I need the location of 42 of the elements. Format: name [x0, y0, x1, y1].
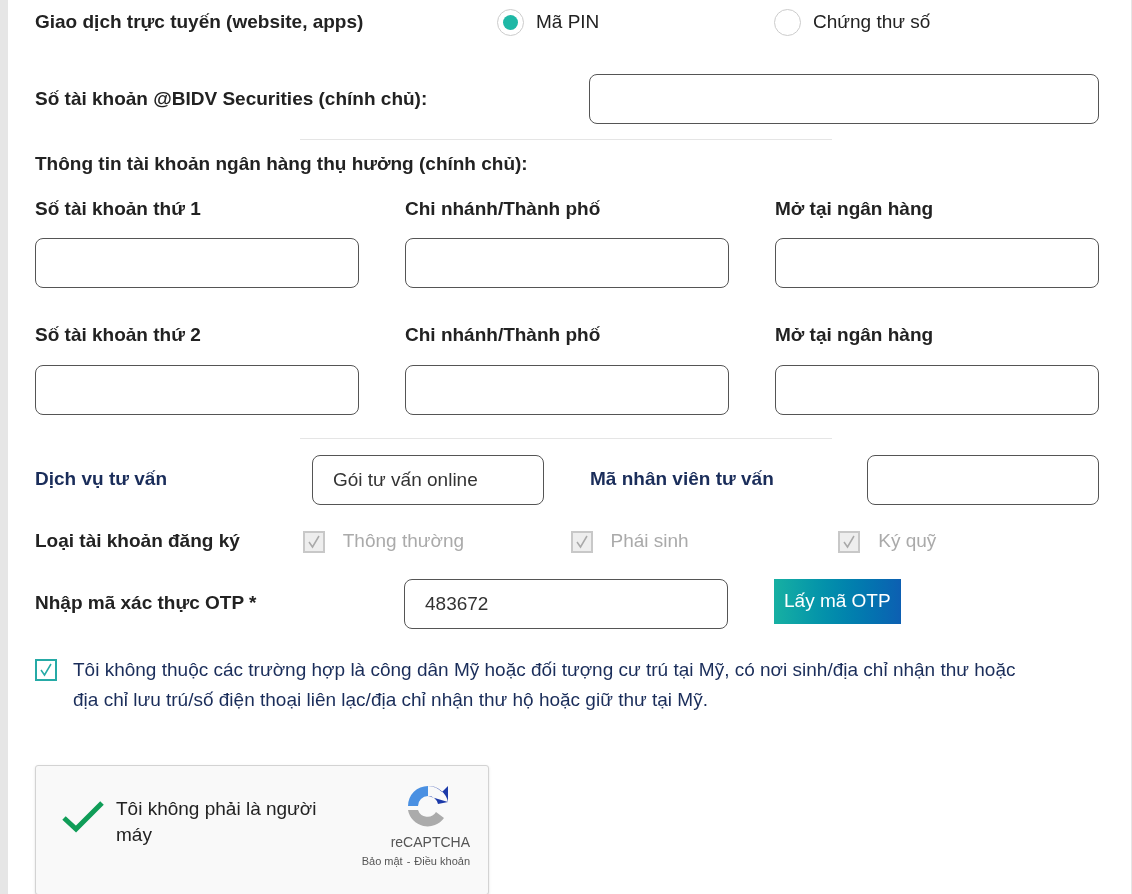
radio-button[interactable] [497, 8, 524, 36]
checkbox-label: Ký quỹ [878, 529, 937, 554]
recaptcha-label: Tôi không phải là người máy [116, 796, 318, 847]
recaptcha-brand: reCAPTCHA [390, 832, 470, 852]
terms-link[interactable]: Điều khoản [414, 852, 470, 869]
consent-text: Tôi không thuộc các trường hợp là công dân Mỹ hoặc đối tượng cư trú tại Mỹ, có nơi sinh/địa chỉ nhận thư hoặc địa chỉ lưu trú/số điện thoại liên lạc/địa chỉ nhận thư hộ hoặc giữ thư tại Mỹ. [73, 657, 1017, 712]
radio-label: Chứng thư số [813, 9, 931, 34]
radio-label: Mã PIN [536, 9, 600, 34]
checkmark-icon [842, 534, 857, 549]
field-label: Dịch vụ tư vấn [35, 467, 168, 492]
field-label: Số tài khoản thứ 2 [35, 323, 202, 347]
privacy-link[interactable]: Bảo mật [361, 852, 403, 869]
field-label: Số tài khoản @BIDV Securities (chính chủ): [35, 86, 429, 111]
input-field[interactable] [405, 238, 729, 288]
input-field[interactable] [775, 238, 1099, 288]
checkbox-label: Phái sinh [610, 529, 689, 554]
field-label: Loại tài khoản đăng ký [35, 529, 241, 554]
otp-field[interactable]: 483672 [404, 578, 728, 629]
checkbox-label: Thông thường [342, 529, 465, 554]
field-label: Mở tại ngân hàng [775, 323, 935, 347]
input-field[interactable] [405, 364, 729, 415]
input-field[interactable] [589, 74, 1099, 124]
get-otp-button[interactable]: Lấy mã OTP [774, 578, 901, 624]
input-field[interactable] [775, 364, 1099, 415]
section-title: Thông tin tài khoản ngân hàng thụ hưởng (chính chủ): [35, 152, 529, 176]
radio-button[interactable] [774, 8, 801, 36]
checkmark-icon [306, 534, 321, 549]
field-label: Mã nhân viên tư vấn [590, 467, 775, 492]
service-field[interactable]: Gói tư vấn online [312, 454, 544, 505]
field-label: Chi nhánh/Thành phố [405, 323, 602, 347]
field-label: Nhập mã xác thực OTP * [35, 590, 258, 615]
input-field[interactable] [35, 364, 359, 415]
checkmark-icon [574, 534, 589, 549]
checkbox[interactable] [35, 658, 57, 681]
input-field[interactable] [867, 454, 1099, 505]
link-separator: - [406, 853, 411, 869]
input-field[interactable] [35, 238, 359, 288]
field-label: Chi nhánh/Thành phố [405, 196, 602, 221]
checkmark-icon [39, 662, 53, 677]
field-label: Mở tại ngân hàng [775, 196, 935, 221]
field-label: Số tài khoản thứ 1 [35, 196, 202, 221]
field-label: Giao dịch trực tuyến (website, apps) [35, 9, 365, 34]
